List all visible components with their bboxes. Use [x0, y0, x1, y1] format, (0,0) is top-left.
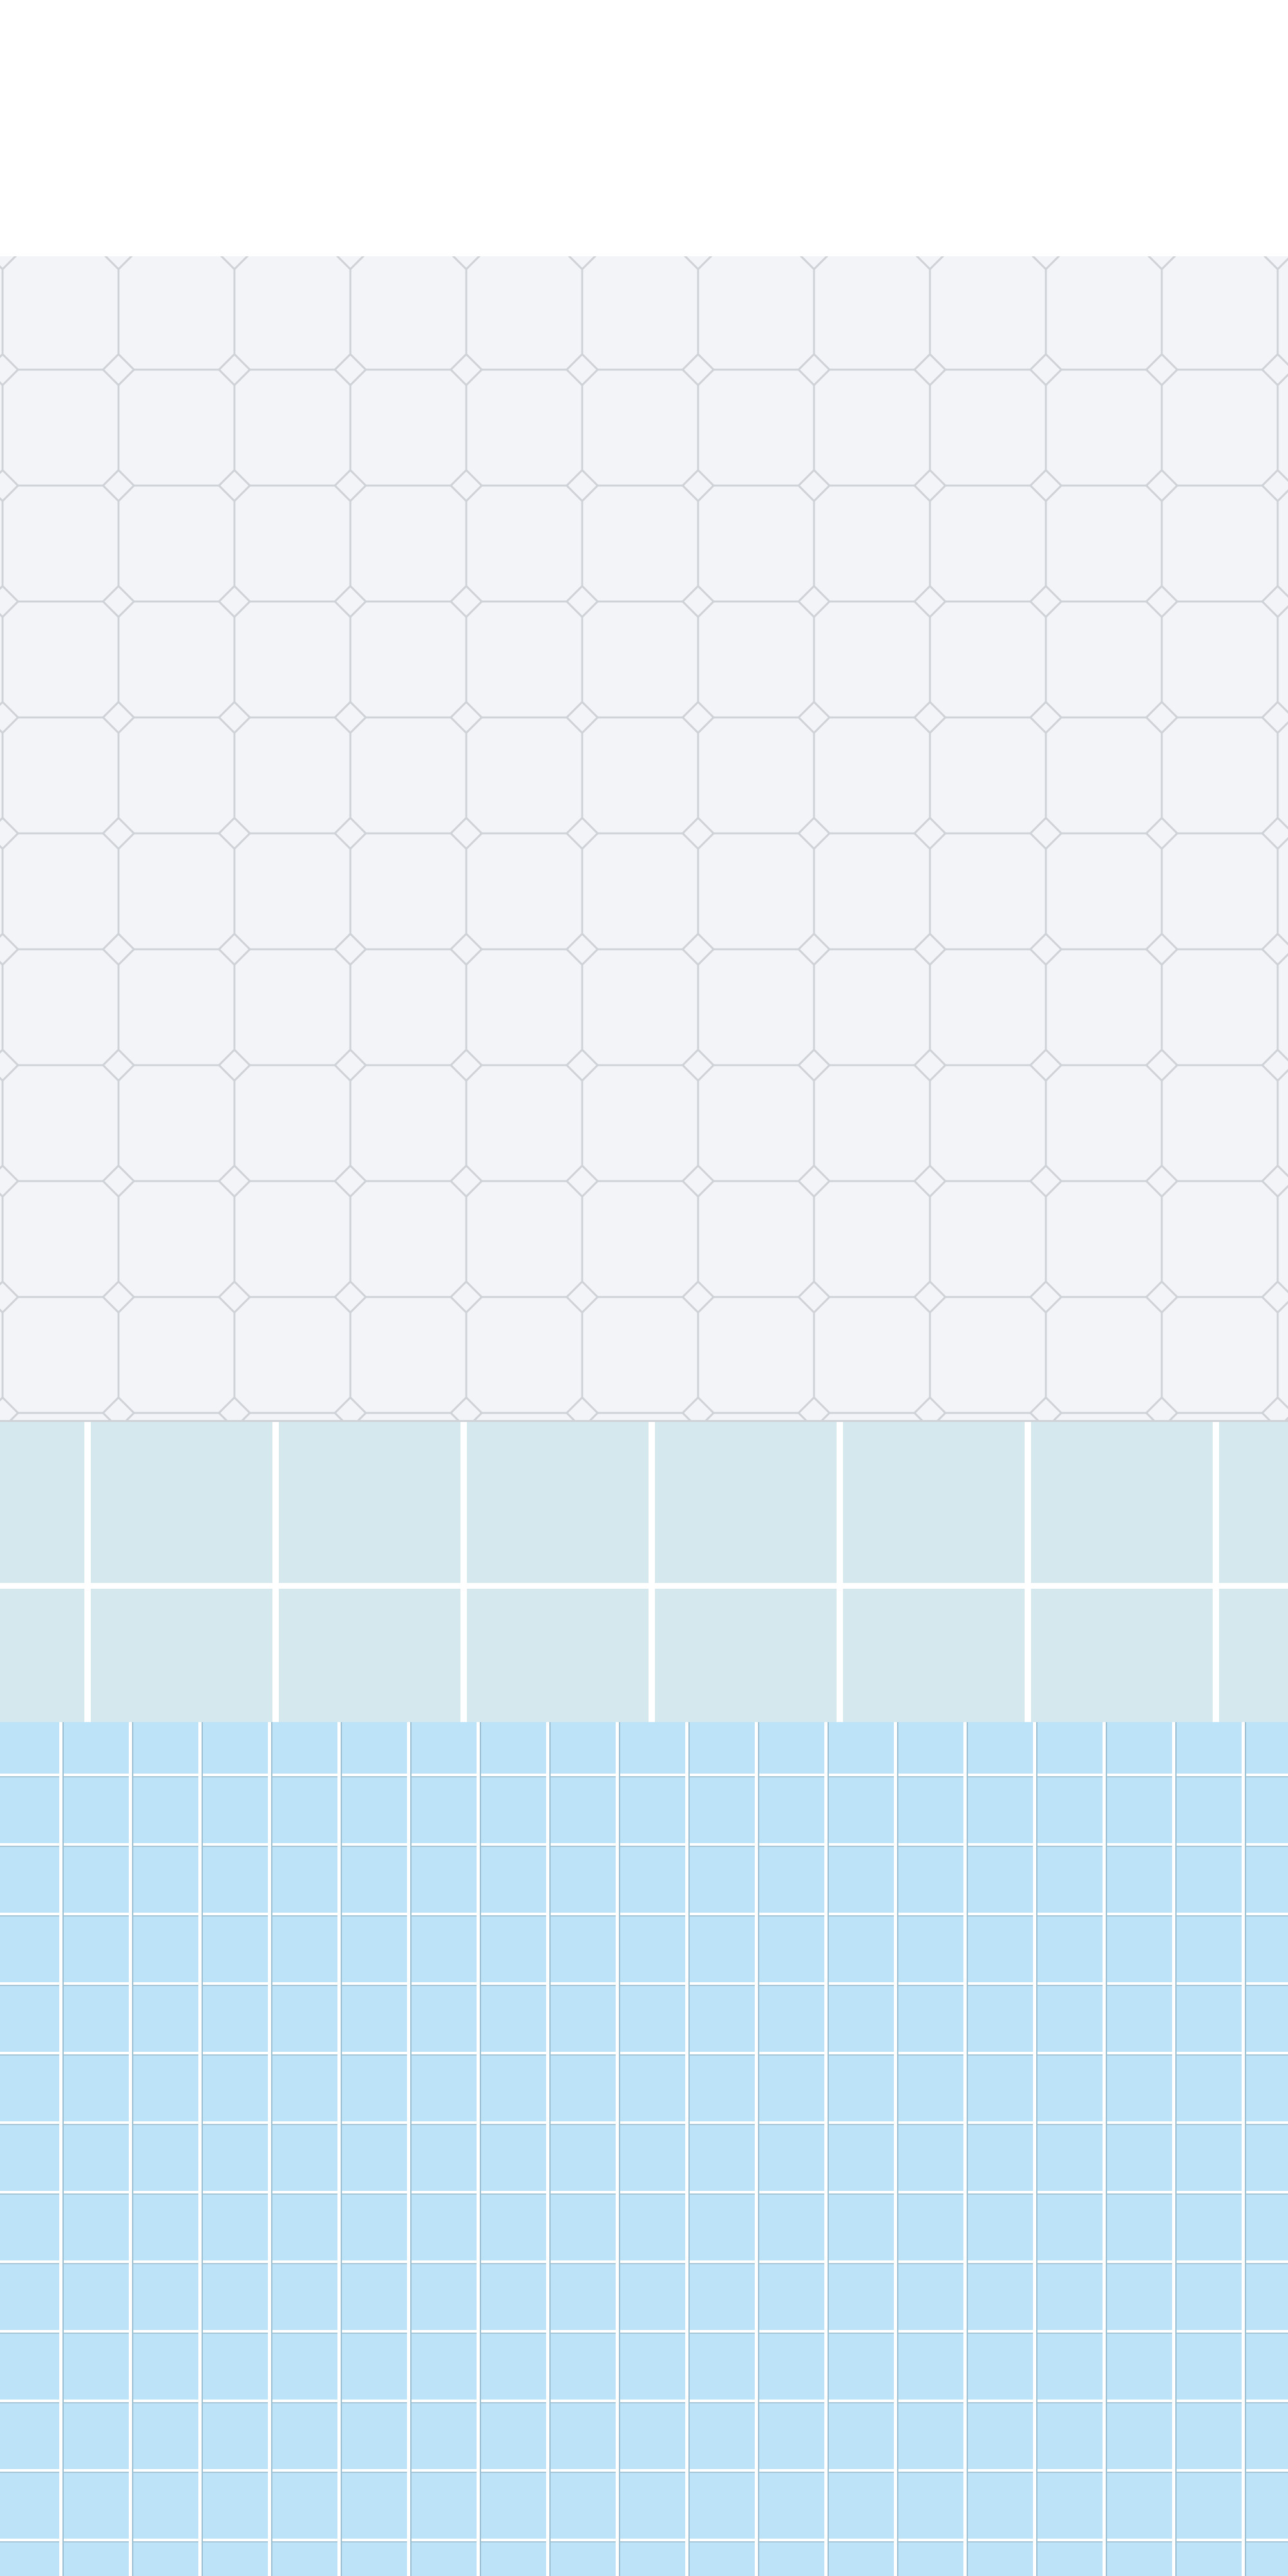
octagon-tile-pattern [0, 256, 1288, 1422]
rectangular-tile-pattern [0, 1422, 1288, 1722]
blank-top-area [0, 0, 1288, 256]
octagon-background [0, 256, 1288, 1422]
blue-square-tile-pattern [0, 1722, 1288, 2576]
octagon-pattern-svg [0, 256, 1288, 1422]
